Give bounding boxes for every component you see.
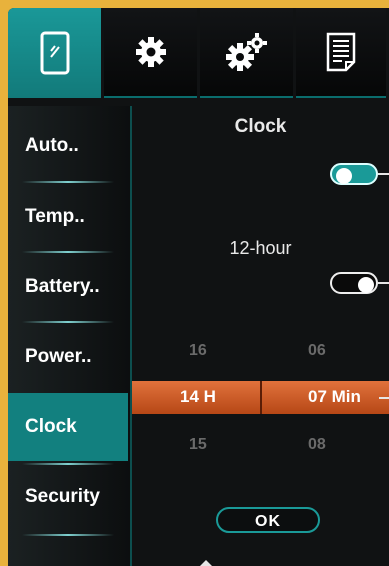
- tab-advanced-settings[interactable]: [200, 8, 293, 98]
- svg-text:OK: OK: [255, 513, 281, 527]
- page-title: Clock: [234, 116, 287, 137]
- hour-format-label: 12-hour: [229, 238, 292, 258]
- tab-settings[interactable]: [104, 8, 197, 98]
- document-icon: [326, 32, 356, 72]
- sidebar-divider: [22, 534, 114, 536]
- ok-button-label: OK: [255, 513, 281, 527]
- leader-line: [378, 173, 389, 175]
- ok-button[interactable]: OK: [216, 507, 320, 533]
- sidebar-item-label: Security: [25, 486, 100, 507]
- sidebar-item-battery[interactable]: Battery..: [8, 253, 128, 321]
- clock-enable-toggle[interactable]: [330, 163, 378, 185]
- gear-icon: [135, 37, 166, 67]
- sidebar-item-security[interactable]: Security: [8, 463, 128, 531]
- picker-divider: [260, 381, 262, 414]
- sidebar-item-auto[interactable]: Auto..: [8, 112, 128, 180]
- tab-logs[interactable]: [296, 8, 386, 98]
- leader-line: [379, 397, 389, 399]
- sidebar-item-label: Power..: [25, 346, 92, 367]
- device-screen: Auto.. Temp.. Battery.. Power.. Clock Se…: [8, 8, 389, 566]
- minute-current-value[interactable]: 07 Min: [308, 387, 361, 407]
- sidebar-item-power[interactable]: Power..: [8, 323, 128, 391]
- hour-prev-value[interactable]: 16: [189, 342, 207, 360]
- sidebar: Auto.. Temp.. Battery.. Power.. Clock Se…: [8, 106, 132, 566]
- hour-next-value[interactable]: 15: [189, 436, 207, 454]
- gears-icon: [225, 33, 267, 71]
- minute-next-value[interactable]: 08: [308, 436, 326, 454]
- leader-line: [378, 282, 389, 284]
- sidebar-item-clock[interactable]: Clock: [8, 393, 128, 461]
- clock-panel: Clock 12-hour 16 06 14 H 07 Min 15 08 OK: [132, 106, 389, 566]
- tab-device[interactable]: [8, 8, 101, 98]
- top-tab-bar: [8, 8, 389, 98]
- hour-current-value[interactable]: 14 H: [180, 387, 216, 407]
- toggle-knob: [336, 168, 352, 184]
- minute-prev-value[interactable]: 06: [308, 342, 326, 360]
- time-picker-selection: 14 H 07 Min: [132, 381, 389, 414]
- sidebar-item-temp[interactable]: Temp..: [8, 183, 128, 251]
- sidebar-item-label: Clock: [25, 416, 77, 437]
- sidebar-item-label: Auto..: [25, 135, 79, 156]
- hour-format-toggle[interactable]: [330, 272, 378, 294]
- scroll-up-indicator-icon[interactable]: [200, 560, 212, 566]
- toggle-knob: [358, 277, 374, 293]
- sidebar-item-label: Temp..: [25, 206, 85, 227]
- phone-icon: [40, 31, 69, 75]
- sidebar-item-label: Battery..: [25, 276, 100, 297]
